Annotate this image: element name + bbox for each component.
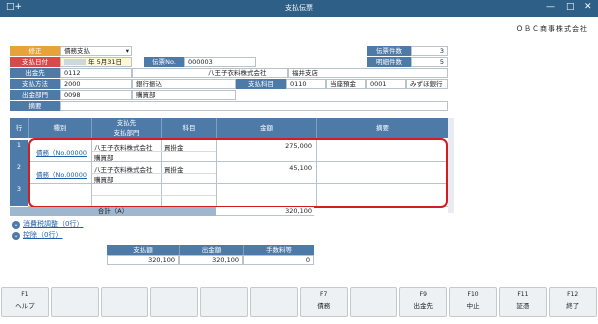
- tax-adjust-label: 消費税調整（0行）: [23, 220, 84, 228]
- bank-code[interactable]: 0001: [366, 79, 406, 89]
- close-icon[interactable]: ✕: [584, 2, 592, 12]
- account-code[interactable]: 0110: [286, 79, 326, 89]
- date-label: 支払日付: [10, 57, 60, 67]
- dept-name: 購買部: [132, 90, 236, 100]
- function-key-number: F12: [567, 291, 579, 298]
- row-number: 2: [10, 162, 28, 184]
- function-key-10[interactable]: F10 中止: [449, 287, 497, 317]
- payee-name: 八王子衣料株式会社: [132, 68, 288, 78]
- dept-label: 出金部門: [10, 90, 60, 100]
- function-key-4[interactable]: [150, 287, 199, 317]
- function-key-number: F9: [419, 291, 427, 298]
- summary-header: 支払額: [107, 245, 179, 255]
- function-key-7[interactable]: F7 債務: [299, 287, 348, 317]
- function-key-label: 出金先: [413, 302, 434, 310]
- col-memo: 摘要: [316, 118, 448, 138]
- count-value: 3: [411, 46, 448, 56]
- correction-select[interactable]: 債務支払 ▾: [60, 46, 132, 56]
- function-key-1[interactable]: F1 ヘルプ: [1, 287, 49, 317]
- function-key-label: 証憑: [516, 302, 530, 310]
- summary-value: 320,100: [179, 255, 243, 265]
- summary-header: 出金額: [179, 245, 243, 255]
- col-amount: 金額: [216, 118, 316, 138]
- summary-value: 0: [243, 255, 314, 265]
- chevron-down-icon: ⌄: [12, 232, 20, 240]
- col-payee-dept: 支払部門: [91, 128, 161, 138]
- deduction-toggle[interactable]: ⌄ 控除（0行）: [12, 230, 62, 240]
- detail-value: 5: [411, 57, 448, 67]
- col-subject: 科目: [161, 118, 216, 138]
- chevron-down-icon: ⌄: [12, 221, 20, 229]
- correction-value: 債務支払: [64, 47, 90, 55]
- grid-scrollbar[interactable]: [448, 118, 454, 213]
- dept-code[interactable]: 0098: [60, 90, 132, 100]
- function-key-label: 債務: [317, 302, 331, 310]
- function-key-label: 中止: [466, 302, 480, 310]
- deduction-label: 控除（0行）: [23, 231, 63, 239]
- summary-value: 320,100: [107, 255, 179, 265]
- tax-adjust-toggle[interactable]: ⌄ 消費税調整（0行）: [12, 219, 83, 229]
- highlight-box: [28, 138, 448, 208]
- col-row: 行: [10, 118, 28, 138]
- memo-label: 摘要: [10, 101, 60, 111]
- voucher-field[interactable]: 000003: [184, 57, 256, 67]
- minimize-icon[interactable]: —: [546, 2, 555, 12]
- row-number: 1: [10, 140, 28, 162]
- total-value: 320,100: [216, 207, 314, 216]
- function-key-11[interactable]: F11 証憑: [499, 287, 547, 317]
- function-key-8[interactable]: [349, 287, 398, 317]
- function-key-label: ヘルプ: [15, 302, 35, 310]
- function-key-3[interactable]: [100, 287, 149, 317]
- function-key-2[interactable]: [50, 287, 99, 317]
- function-key-number: F11: [517, 291, 529, 298]
- summary-header: 手数料等: [243, 245, 314, 255]
- method-name: 銀行振込: [132, 79, 236, 89]
- redacted-year: [64, 59, 86, 65]
- function-key-9[interactable]: F9 出金先: [399, 287, 448, 317]
- date-field[interactable]: 年 5月31日: [60, 57, 132, 67]
- window-title: 支払伝票: [285, 4, 313, 12]
- col-kind: 種別: [28, 118, 91, 138]
- account-name: 当座預金: [326, 79, 366, 89]
- detail-label: 明細件数: [367, 57, 411, 67]
- function-key-12[interactable]: F12 終了: [548, 287, 597, 317]
- title-bar: □+ 支払伝票 — □ ✕: [0, 0, 598, 17]
- method-label: 支払方法: [10, 79, 60, 89]
- total-label: 合計（A）: [10, 207, 216, 216]
- row-number: 3: [10, 184, 28, 206]
- date-value: 年 5月31日: [88, 58, 122, 66]
- function-key-6[interactable]: [250, 287, 298, 317]
- method-code[interactable]: 2000: [60, 79, 132, 89]
- company-name: ＯＢＣ商事株式会社: [516, 25, 588, 33]
- count-label: 伝票件数: [367, 46, 411, 56]
- function-key-number: F7: [320, 291, 328, 298]
- bank-name: みずほ銀行: [406, 79, 448, 89]
- col-payee: 支払先: [91, 118, 161, 128]
- function-key-label: 終了: [566, 302, 580, 310]
- chevron-down-icon: ▾: [125, 47, 129, 55]
- function-key-5[interactable]: [200, 287, 248, 317]
- maximize-icon[interactable]: □: [566, 2, 575, 12]
- account-label: 支払科目: [236, 79, 286, 89]
- memo-field[interactable]: [60, 101, 448, 111]
- voucher-label: 伝票No.: [144, 57, 184, 67]
- correction-label: 修正: [10, 46, 60, 56]
- function-key-number: F1: [21, 291, 29, 298]
- payee-label: 出金先: [10, 68, 60, 78]
- payee-code[interactable]: 0112: [60, 68, 132, 78]
- function-key-number: F10: [467, 291, 479, 298]
- payee-branch: 福井支店: [288, 68, 448, 78]
